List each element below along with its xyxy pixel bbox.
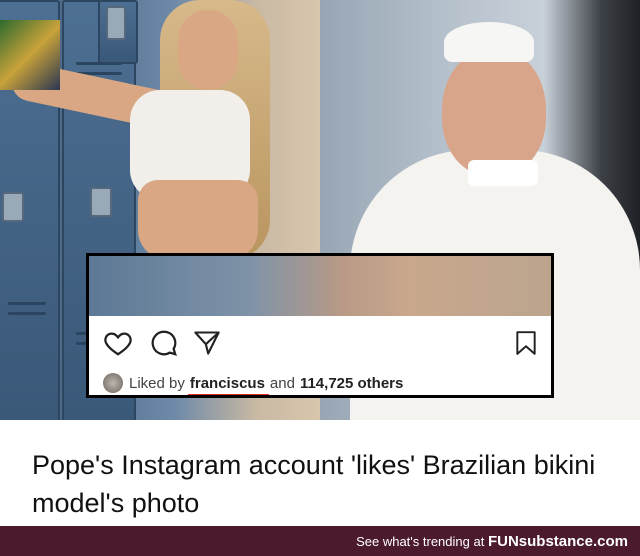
liked-by-prefix: Liked by <box>129 374 185 392</box>
liked-by-username[interactable]: franciscus <box>187 375 269 395</box>
brand-substance: substance <box>518 533 593 550</box>
instagram-action-bar <box>101 328 545 360</box>
bookmark-icon[interactable] <box>513 328 539 358</box>
books <box>0 20 60 90</box>
collar <box>468 160 538 186</box>
instagram-post-card: Liked by franciscus and 114,725 others <box>86 253 554 398</box>
locker-handle-top <box>98 0 138 64</box>
comment-icon[interactable] <box>149 328 179 358</box>
liker-avatar[interactable] <box>103 373 123 393</box>
pope-face <box>442 48 546 176</box>
zucchetto <box>444 22 534 62</box>
waist <box>138 180 258 260</box>
brand-fun: FUN <box>487 533 519 550</box>
and-text: and <box>269 374 295 392</box>
share-icon[interactable] <box>193 328 221 358</box>
footer-cta: See what's trending at <box>356 534 485 549</box>
instagram-photo-crop <box>89 256 551 316</box>
likes-count[interactable]: 114,725 others <box>300 375 403 392</box>
brand-com: .com <box>592 533 628 550</box>
face <box>178 10 238 90</box>
headline: Pope's Instagram account 'likes' Brazili… <box>32 450 596 518</box>
heart-icon[interactable] <box>103 328 133 358</box>
footer-link[interactable]: See what's trending at FUNsubstance.com <box>356 533 628 550</box>
likes-line: Liked by franciscus and 114,725 others <box>103 373 408 395</box>
meme-image: Liked by franciscus and 114,725 others <box>0 0 640 420</box>
footer-bar: See what's trending at FUNsubstance.com <box>0 526 640 556</box>
